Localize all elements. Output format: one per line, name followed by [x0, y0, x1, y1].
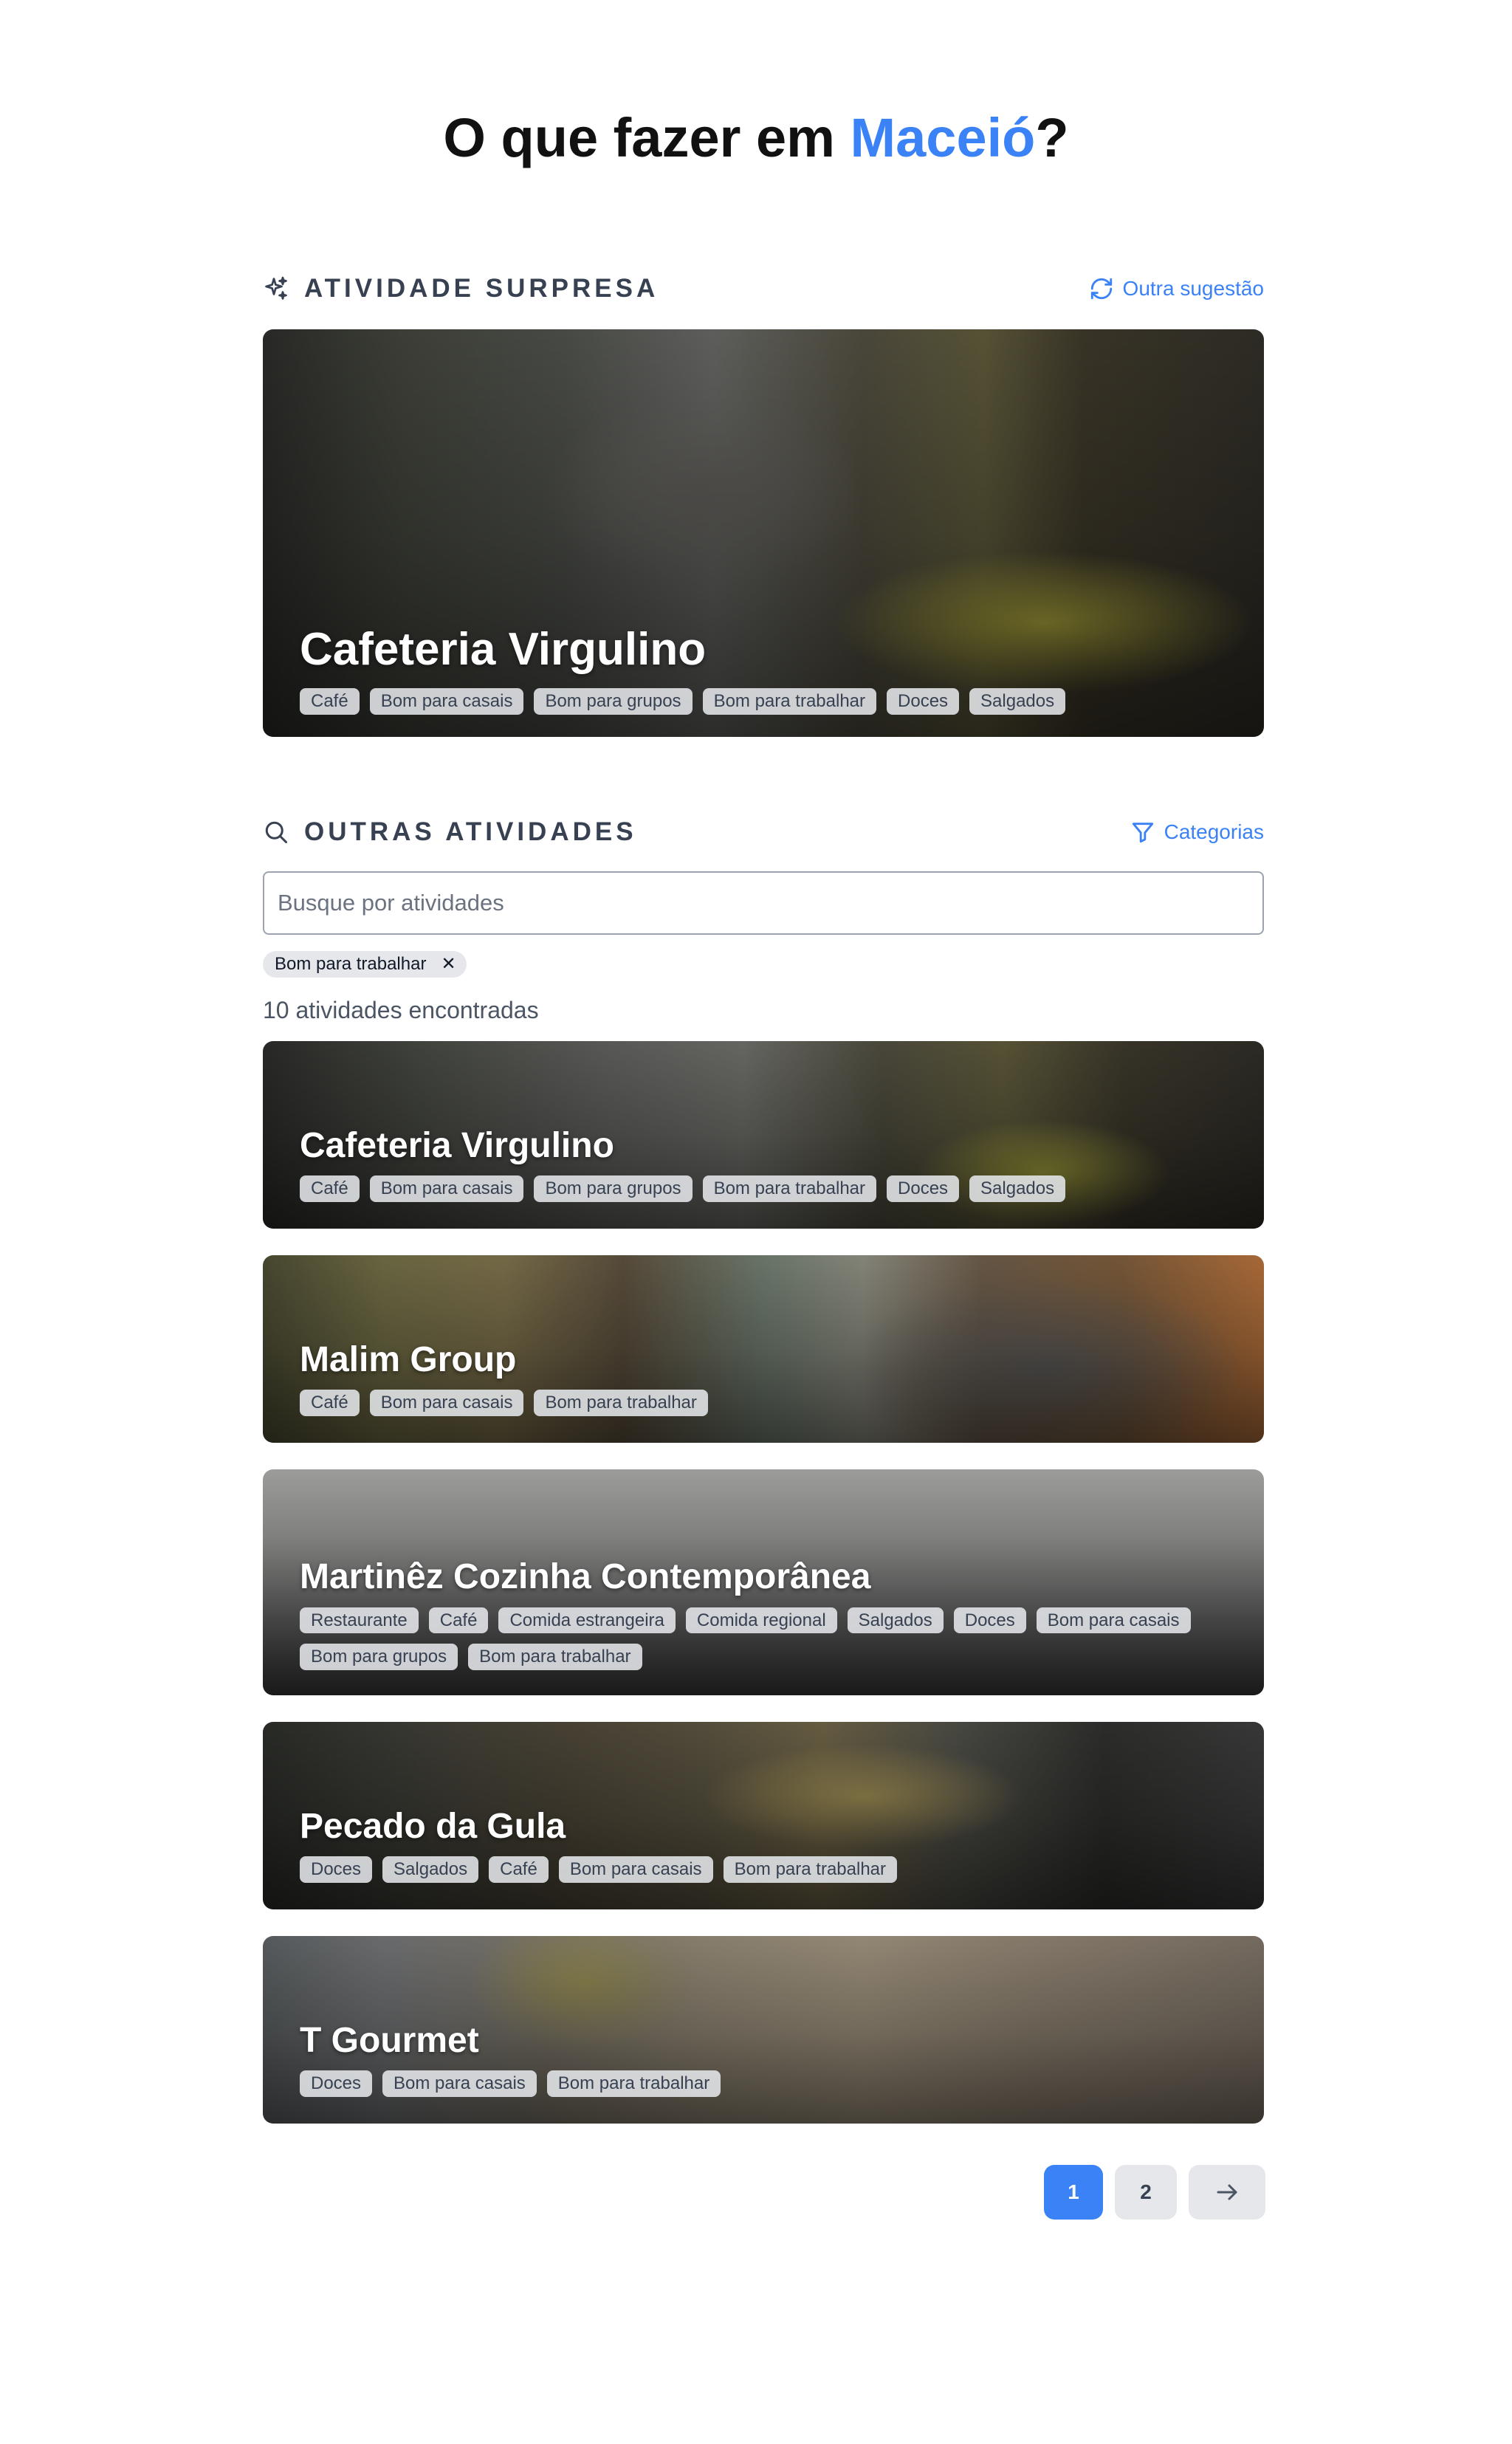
activity-card-tags: Doces Salgados Café Bom para casais Bom …: [300, 1856, 1227, 1883]
surprise-activity-card[interactable]: Cafeteria Virgulino Café Bom para casais…: [263, 329, 1264, 737]
surprise-card-tags: Café Bom para casais Bom para grupos Bom…: [300, 688, 1227, 715]
page-title: O que fazer em Maceió?: [0, 111, 1512, 165]
tag: Doces: [887, 688, 960, 715]
tag: Bom para casais: [369, 688, 524, 715]
title-city: Maceió: [850, 107, 1036, 168]
activity-card[interactable]: Pecado da Gula Doces Salgados Café Bom p…: [263, 1722, 1264, 1909]
activity-card-content: Pecado da Gula Doces Salgados Café Bom p…: [300, 1806, 1227, 1883]
activity-card-name: Martinêz Cozinha Contemporânea: [300, 1557, 871, 1597]
activity-card-content: Malim Group Café Bom para casais Bom par…: [300, 1339, 1227, 1416]
tag: Bom para trabalhar: [468, 1644, 642, 1670]
tag: Doces: [953, 1607, 1026, 1634]
activity-card-name: Cafeteria Virgulino: [300, 1125, 614, 1165]
others-section-title: OUTRAS ATIVIDADES: [304, 817, 637, 846]
arrow-right-icon: [1217, 2184, 1237, 2200]
pagination-page-2-button[interactable]: 2: [1115, 2165, 1177, 2220]
tag: Bom para trabalhar: [702, 1175, 877, 1202]
tag: Bom para trabalhar: [702, 688, 877, 715]
activity-card-tags: Café Bom para casais Bom para grupos Bom…: [300, 1175, 1227, 1202]
activity-card[interactable]: Malim Group Café Bom para casais Bom par…: [263, 1255, 1264, 1443]
activity-card-name: T Gourmet: [300, 2020, 479, 2060]
tag: Café: [489, 1856, 549, 1883]
tag: Bom para grupos: [534, 688, 693, 715]
tag: Bom para trabalhar: [723, 1856, 898, 1883]
tag: Salgados: [969, 1175, 1066, 1202]
tag: Comida regional: [685, 1607, 837, 1634]
tag: Bom para trabalhar: [546, 2070, 721, 2097]
categories-label: Categorias: [1164, 820, 1264, 843]
surprise-card-content: Cafeteria Virgulino Café Bom para casais…: [300, 625, 1227, 715]
filter-icon: [1132, 823, 1153, 843]
tag: Café: [300, 1175, 360, 1202]
other-suggestion-label: Outra sugestão: [1122, 277, 1264, 300]
tag: Café: [428, 1607, 489, 1634]
surprise-section-title: ATIVIDADE SURPRESA: [304, 274, 659, 303]
tag: Bom para casais: [1036, 1607, 1191, 1634]
activity-card[interactable]: Martinêz Cozinha Contemporânea Restauran…: [263, 1469, 1264, 1695]
tag: Doces: [300, 1856, 373, 1883]
surprise-card-name: Cafeteria Virgulino: [300, 624, 707, 676]
search-icon: [265, 821, 287, 843]
activity-card-tags: Restaurante Café Comida estrangeira Comi…: [300, 1607, 1227, 1670]
activity-card-name: Pecado da Gula: [300, 1806, 566, 1846]
tag: Bom para trabalhar: [534, 1390, 708, 1416]
activity-card-name: Malim Group: [300, 1339, 517, 1379]
activity-card-content: Martinêz Cozinha Contemporânea Restauran…: [300, 1557, 1227, 1670]
results-count: 10 atividades encontradas: [263, 997, 539, 1023]
refresh-icon: [1090, 278, 1112, 300]
activity-card-content: T Gourmet Doces Bom para casais Bom para…: [300, 2020, 1227, 2097]
tag: Bom para grupos: [300, 1644, 458, 1670]
tag: Bom para casais: [382, 2070, 537, 2097]
tag: Salgados: [382, 1856, 479, 1883]
pagination-next-button[interactable]: [1189, 2165, 1265, 2220]
surprise-section-header: ATIVIDADE SURPRESA Outra sugestão: [263, 270, 1264, 307]
tag: Café: [300, 1390, 360, 1416]
tag: Bom para casais: [558, 1856, 713, 1883]
title-prefix: O que fazer em: [443, 107, 850, 168]
search-input[interactable]: [263, 871, 1264, 935]
tag: Bom para casais: [369, 1175, 524, 1202]
activity-card-tags: Doces Bom para casais Bom para trabalhar: [300, 2070, 1227, 2097]
tag: Salgados: [969, 688, 1066, 715]
tag: Doces: [300, 2070, 373, 2097]
other-suggestion-button[interactable]: Outra sugestão: [1089, 270, 1264, 307]
page: O que fazer em Maceió? ATIVIDADE SURPRES…: [0, 0, 1512, 2444]
title-suffix: ?: [1035, 107, 1069, 168]
filter-chip-label: Bom para trabalhar: [275, 954, 427, 974]
others-section-header: OUTRAS ATIVIDADES Categorias: [263, 814, 1264, 851]
tag: Bom para grupos: [534, 1175, 693, 1202]
tag: Salgados: [847, 1607, 944, 1634]
activity-card-tags: Café Bom para casais Bom para trabalhar: [300, 1390, 1227, 1416]
pagination-page-1-button[interactable]: 1: [1044, 2165, 1103, 2220]
activity-card[interactable]: T Gourmet Doces Bom para casais Bom para…: [263, 1936, 1264, 2124]
active-filter-chip: Bom para trabalhar ✕: [263, 951, 467, 978]
tag: Doces: [887, 1175, 960, 1202]
remove-filter-close-icon[interactable]: ✕: [441, 955, 456, 973]
categories-button[interactable]: Categorias: [1130, 814, 1264, 851]
sparkles-icon: [265, 276, 287, 300]
tag: Restaurante: [300, 1607, 419, 1634]
tag: Café: [300, 688, 360, 715]
activity-card[interactable]: Cafeteria Virgulino Café Bom para casais…: [263, 1041, 1264, 1229]
tag: Bom para casais: [369, 1390, 524, 1416]
activity-card-content: Cafeteria Virgulino Café Bom para casais…: [300, 1125, 1227, 1202]
tag: Comida estrangeira: [498, 1607, 676, 1634]
